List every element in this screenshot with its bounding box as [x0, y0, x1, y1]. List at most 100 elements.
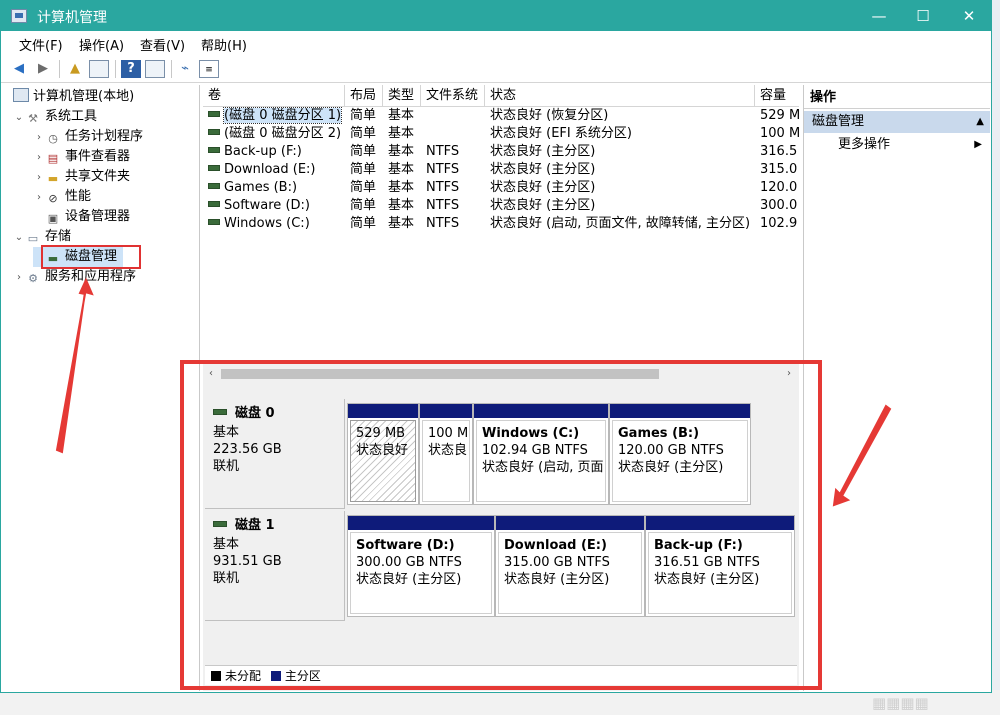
table-row[interactable]: Download (E:) 简单 基本 NTFS 状态良好 (主分区) 315.… — [203, 161, 799, 179]
layout-cell: 简单 — [350, 162, 377, 177]
table-row[interactable]: (磁盘 0 磁盘分区 1) 简单 基本 状态良好 (恢复分区) 529 M — [203, 107, 799, 125]
navigation-tree: 计算机管理(本地) ⌄ ⚒ 系统工具 › ◷ 任务计划程序 › ▤ 事件查看器 › ▬ 共享文件… — [3, 85, 200, 691]
column-header-type[interactable]: 类型 — [383, 85, 421, 107]
show-hide-tree-icon[interactable] — [89, 60, 109, 78]
action-more-actions[interactable]: 更多操作 ▶ — [804, 135, 990, 155]
tree-item-shared-folders[interactable]: › ▬ 共享文件夹 — [33, 167, 130, 187]
layout-cell: 简单 — [350, 180, 377, 195]
volume-icon — [208, 129, 220, 135]
menu-bar: 文件(F) 操作(A) 查看(V) 帮助(H) — [1, 31, 991, 55]
tree-label: 共享文件夹 — [65, 169, 131, 184]
chevron-right-icon[interactable]: › — [33, 148, 45, 168]
status-cell: 状态良好 (主分区) — [490, 162, 596, 177]
chevron-down-icon[interactable]: ⌄ — [13, 228, 25, 248]
volume-icon — [208, 201, 220, 207]
volume-name: Download (E:) — [224, 162, 316, 177]
volume-name: (磁盘 0 磁盘分区 1) — [222, 107, 343, 124]
layout-cell: 简单 — [350, 216, 377, 231]
toolbar-separator — [171, 60, 172, 78]
type-cell: 基本 — [388, 198, 415, 213]
action-section-disk-management[interactable]: 磁盘管理 ▲ — [804, 111, 990, 133]
status-cell: 状态良好 (启动, 页面文件, 故障转储, 主分区) — [490, 216, 751, 231]
action-pane: 操作 磁盘管理 ▲ 更多操作 ▶ — [803, 85, 991, 691]
type-cell: 基本 — [388, 180, 415, 195]
layout-cell: 简单 — [350, 144, 377, 159]
toolbar-separator — [115, 60, 116, 78]
chevron-right-icon[interactable]: › — [33, 188, 45, 208]
tree-label: 性能 — [65, 189, 92, 204]
table-row[interactable]: Windows (C:) 简单 基本 NTFS 状态良好 (启动, 页面文件, … — [203, 215, 799, 233]
action-label: 更多操作 — [838, 137, 891, 152]
status-cell: 状态良好 (EFI 系统分区) — [490, 126, 632, 141]
tree-label: 服务和应用程序 — [45, 269, 137, 284]
capacity-cell: 100 M — [760, 126, 799, 141]
volume-icon — [208, 111, 220, 117]
up-folder-icon[interactable]: ▲ — [65, 60, 85, 78]
computer-management-icon — [11, 9, 27, 23]
tree-item-device-manager[interactable]: ▣ 设备管理器 — [33, 207, 130, 227]
table-row[interactable]: Software (D:) 简单 基本 NTFS 状态良好 (主分区) 300.… — [203, 197, 799, 215]
type-cell: 基本 — [388, 144, 415, 159]
clock-icon: ◷ — [48, 132, 58, 145]
capacity-cell: 102.9 — [760, 216, 798, 231]
watermark-logo: ▦▦▦▦ — [872, 694, 929, 712]
tree-item-root[interactable]: 计算机管理(本地) — [13, 87, 134, 107]
status-cell: 状态良好 (主分区) — [490, 144, 596, 159]
filesystem-cell — [421, 125, 485, 143]
chevron-right-icon[interactable]: › — [33, 128, 45, 148]
status-cell: 状态良好 (恢复分区) — [490, 108, 609, 123]
annotation-highlight-box — [41, 245, 141, 269]
tree-label: 任务计划程序 — [65, 129, 144, 144]
device-manager-icon: ▣ — [47, 212, 59, 225]
action-section-label: 磁盘管理 — [812, 114, 865, 129]
volume-name: Back-up (F:) — [224, 144, 302, 159]
tree-label: 设备管理器 — [65, 209, 131, 224]
tree-item-performance[interactable]: › ⊘ 性能 — [33, 187, 91, 207]
minimize-button[interactable]: — — [857, 3, 901, 29]
forward-arrow-icon[interactable]: ▶ — [33, 60, 53, 78]
menu-view[interactable]: 查看(V) — [140, 35, 185, 54]
column-header-volume[interactable]: 卷 — [203, 85, 345, 107]
column-header-status[interactable]: 状态 — [485, 85, 755, 107]
chevron-down-icon[interactable]: ⌄ — [13, 108, 25, 128]
menu-action[interactable]: 操作(A) — [79, 35, 124, 54]
menu-help[interactable]: 帮助(H) — [201, 35, 247, 54]
connect-icon[interactable]: ⌁ — [175, 60, 195, 78]
capacity-cell: 300.0 — [760, 198, 798, 213]
chevron-right-icon[interactable]: › — [33, 168, 45, 188]
toolbar: ◀ ▶ ▲ ? ⌁ ≡ — [1, 55, 991, 83]
close-button[interactable]: ✕ — [947, 3, 991, 29]
back-arrow-icon[interactable]: ◀ — [9, 60, 29, 78]
capacity-cell: 529 M — [760, 108, 799, 123]
tree-item-services-apps[interactable]: › ⚙ 服务和应用程序 — [13, 267, 136, 287]
tree-item-storage[interactable]: ⌄ ▭ 存储 — [13, 227, 71, 247]
volume-list: 卷 布局 类型 文件系统 状态 容量 (磁盘 0 磁盘分区 1) 简单 基本 状… — [203, 85, 799, 359]
collapse-up-icon[interactable]: ▲ — [976, 111, 984, 133]
layout-cell: 简单 — [350, 126, 377, 141]
layout-cell: 简单 — [350, 198, 377, 213]
menu-file[interactable]: 文件(F) — [19, 35, 63, 54]
tree-item-event-viewer[interactable]: › ▤ 事件查看器 — [33, 147, 130, 167]
help-icon[interactable]: ? — [121, 60, 141, 78]
column-header-filesystem[interactable]: 文件系统 — [421, 85, 485, 107]
type-cell: 基本 — [388, 216, 415, 231]
action-pane-icon[interactable] — [145, 60, 165, 78]
filesystem-cell — [421, 107, 485, 125]
tree-item-task-scheduler[interactable]: › ◷ 任务计划程序 — [33, 127, 143, 147]
tree-item-system-tools[interactable]: ⌄ ⚒ 系统工具 — [13, 107, 97, 127]
table-row[interactable]: Games (B:) 简单 基本 NTFS 状态良好 (主分区) 120.0 — [203, 179, 799, 197]
column-header-capacity[interactable]: 容量 — [755, 85, 799, 107]
event-log-icon: ▤ — [47, 152, 59, 165]
volume-icon — [208, 147, 220, 153]
chevron-right-icon[interactable]: › — [13, 268, 25, 288]
filesystem-cell: NTFS — [426, 180, 460, 195]
table-row[interactable]: Back-up (F:) 简单 基本 NTFS 状态良好 (主分区) 316.5 — [203, 143, 799, 161]
table-row[interactable]: (磁盘 0 磁盘分区 2) 简单 基本 状态良好 (EFI 系统分区) 100 … — [203, 125, 799, 143]
properties-icon[interactable]: ≡ — [199, 60, 219, 78]
column-header-layout[interactable]: 布局 — [345, 85, 383, 107]
maximize-button[interactable]: ☐ — [901, 3, 945, 29]
tree-label: 存储 — [45, 229, 72, 244]
tree-label: 计算机管理(本地) — [33, 89, 135, 104]
volume-icon — [208, 219, 220, 225]
filesystem-cell: NTFS — [426, 198, 460, 213]
